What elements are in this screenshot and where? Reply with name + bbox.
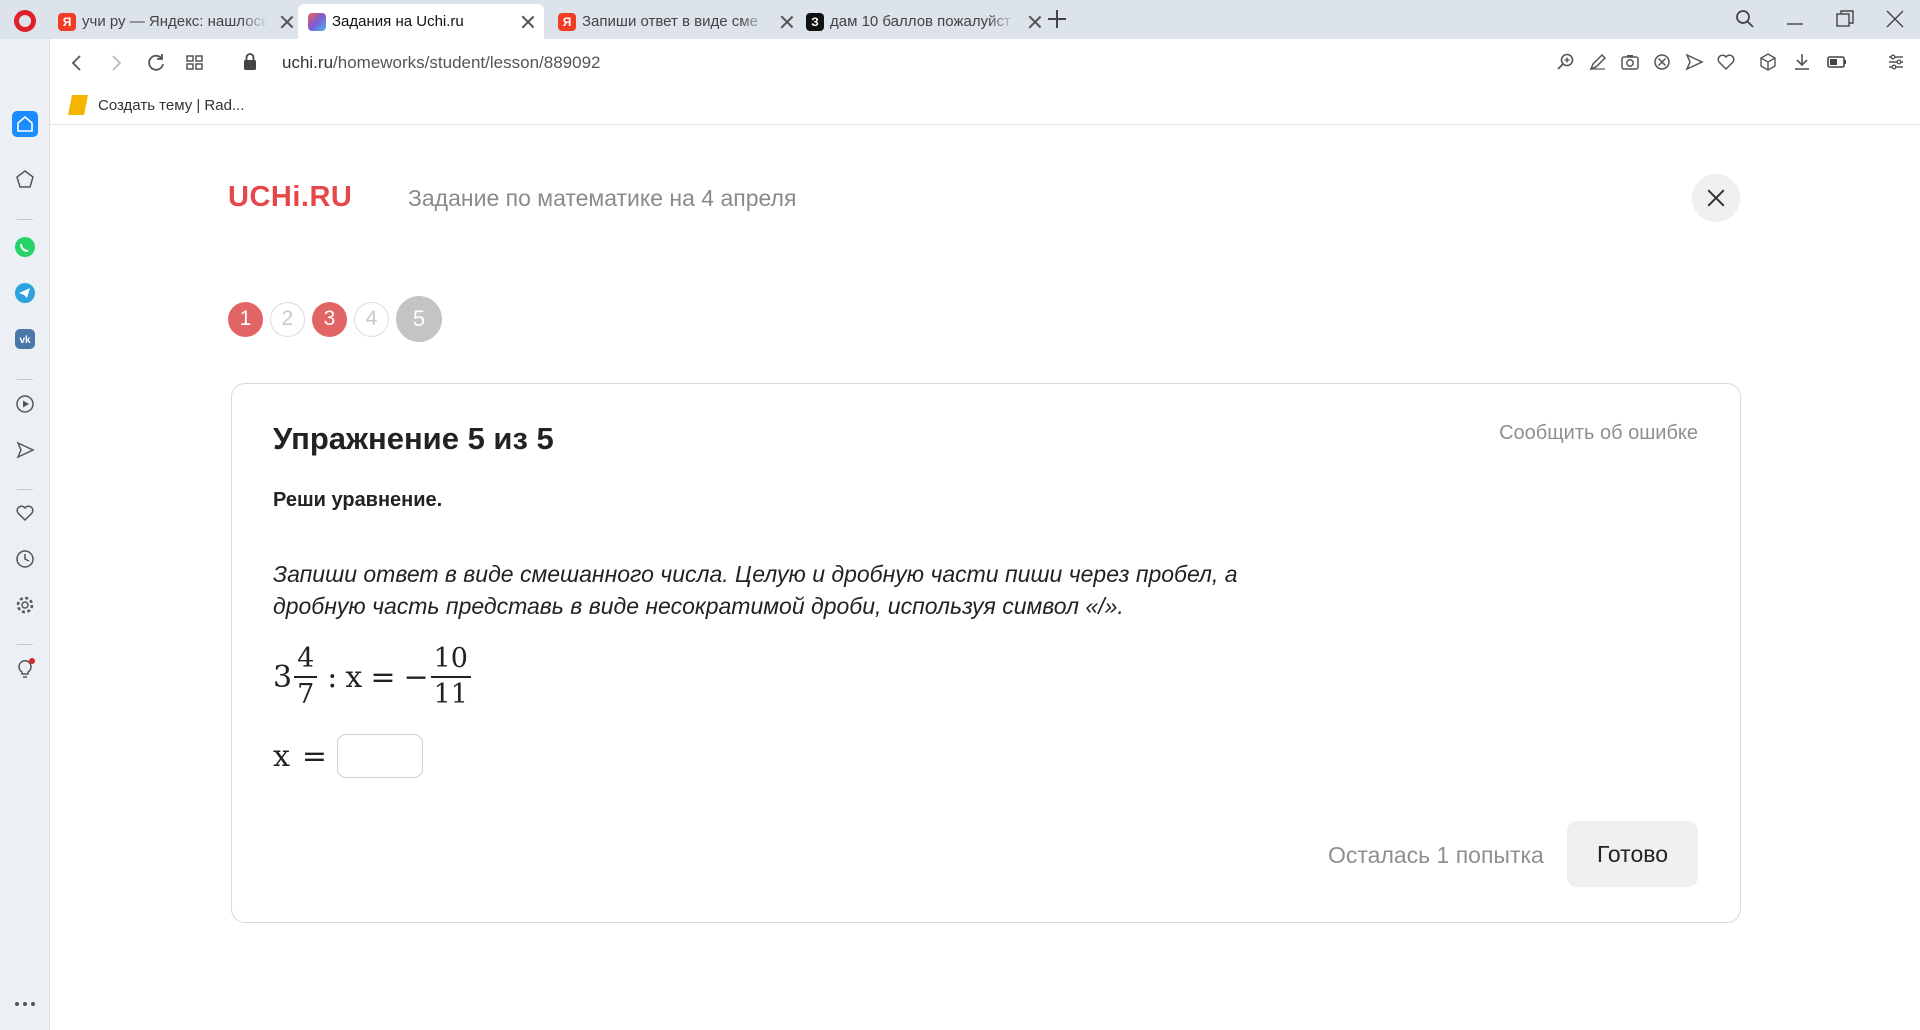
tab-close-icon[interactable] [280,15,294,29]
tab-title: дам 10 баллов пожалуйст [830,13,1011,30]
step-5[interactable]: 5 [396,296,442,342]
lock-icon[interactable] [242,52,258,72]
bookmarks-bar: Создать тему | Rad... [50,87,1920,125]
tab-close-icon[interactable] [1028,15,1042,29]
new-tab-plus-icon[interactable] [1046,8,1068,30]
lesson-title: Задание по математике на 4 апреля [408,185,797,211]
more-dots-icon[interactable] [12,991,38,1017]
step-4[interactable]: 4 [354,301,389,337]
tab-znanija[interactable]: З дам 10 баллов пожалуйст [796,4,1052,39]
exercise-card: Упражнение 5 из 5 Сообщить об ошибке Реш… [231,383,1741,923]
url-path: /homeworks/student/lesson/889092 [333,53,601,72]
bookmarks-heart-icon[interactable] [12,500,38,526]
fraction-denominator: 7 [297,679,315,710]
zoom-icon[interactable] [1556,52,1576,72]
easy-setup-icon[interactable] [1886,52,1906,72]
fraction-numerator: 4 [297,643,315,674]
lightbulb-icon[interactable] [12,655,38,681]
player-icon[interactable] [12,391,38,417]
my-flow-icon[interactable] [12,437,38,463]
uchi-logo[interactable]: UCHi.RU [228,181,352,214]
tab-search-icon[interactable] [1734,8,1756,30]
speed-dial-grid-icon[interactable] [185,53,205,73]
pinboards-icon[interactable] [12,166,38,192]
address-bar: uchi.ru/homeworks/student/lesson/889092 [50,39,1920,87]
opera-menu-icon[interactable] [14,10,36,32]
history-clock-icon[interactable] [12,546,38,572]
settings-gear-icon[interactable] [12,592,38,618]
division-sign: : [327,659,338,695]
cube-icon[interactable] [1758,52,1778,72]
svg-text:vk: vk [19,335,31,346]
tab-title: Запиши ответ в виде сме [582,13,758,30]
tab-close-icon[interactable] [521,15,534,29]
fraction-10-11: 10 11 [430,643,471,710]
opera-sidebar: vk [0,39,50,1030]
znanija-favicon-icon: З [806,12,824,31]
tab-yandex-answer[interactable]: Я Запиши ответ в виде сме [548,4,804,39]
step-1[interactable]: 1 [228,301,263,337]
step-3[interactable]: 3 [312,301,347,337]
fraction-denominator: 11 [433,679,468,710]
window-close-icon[interactable] [1884,8,1906,30]
mixed-whole: 3 [273,659,293,695]
answer-format-hint: Запиши ответ в виде смешанного числа. Це… [273,561,1238,619]
report-error-link[interactable]: Сообщить об ошибке [1499,422,1698,445]
battery-saver-icon[interactable] [1826,52,1848,72]
forward-icon[interactable] [106,53,126,73]
exercise-title: Упражнение 5 из 5 [273,421,554,456]
send-icon[interactable] [1684,52,1704,72]
bookmark-label: Создать тему | Rad... [98,96,245,114]
answer-equals: = [301,738,328,774]
equation: 3 4 7 : x = − 10 11 [273,644,473,710]
minus-sign: − [403,659,429,695]
answer-input[interactable] [337,734,424,778]
camera-icon[interactable] [1620,52,1640,72]
url-field[interactable]: uchi.ru/homeworks/student/lesson/889092 [282,53,600,73]
telegram-icon[interactable] [12,280,38,306]
fraction-4-7: 4 7 [294,643,318,710]
variable-x: x [345,659,363,695]
step-2[interactable]: 2 [270,301,305,337]
answer-row: x = [273,734,424,778]
heart-icon[interactable] [1716,52,1736,72]
bookmark-item[interactable]: Создать тему | Rad... [68,95,244,115]
tab-yandex-search[interactable]: Я учи ру — Яндекс: нашлось [48,4,304,39]
attempts-remaining: Осталась 1 попытка [1328,842,1544,868]
home-icon[interactable] [12,111,38,137]
yandex-favicon-icon: Я [58,12,76,31]
browser-tabbar: Я учи ру — Яндекс: нашлось Задания на Uc… [0,0,1920,39]
reload-icon[interactable] [145,52,167,74]
vk-icon[interactable]: vk [12,326,38,352]
done-button[interactable]: Готово [1567,821,1698,887]
answer-variable: x [273,738,290,774]
equals-sign: = [370,659,396,695]
tab-title: Задания на Uchi.ru [332,13,464,30]
uchi-favicon-icon [308,12,326,31]
close-lesson-button[interactable] [1692,174,1740,222]
back-icon[interactable] [67,53,87,73]
yandex-favicon-icon: Я [558,12,576,31]
bookmark-favicon-icon [68,95,88,115]
minimize-icon[interactable] [1784,8,1806,30]
tab-title: учи ру — Яндекс: нашлось [82,13,268,30]
exercise-progress: 1 2 3 4 5 [228,296,449,342]
fraction-numerator: 10 [433,643,468,674]
tab-close-icon[interactable] [780,15,794,29]
edit-icon[interactable] [1588,52,1608,72]
url-host: uchi.ru [282,53,334,72]
restore-icon[interactable] [1834,8,1856,30]
instruction: Реши уравнение. [273,489,443,511]
tab-uchi-tasks[interactable]: Задания на Uchi.ru [298,4,544,39]
adblock-icon[interactable] [1652,52,1672,72]
whatsapp-icon[interactable] [12,234,38,260]
download-icon[interactable] [1792,52,1812,72]
